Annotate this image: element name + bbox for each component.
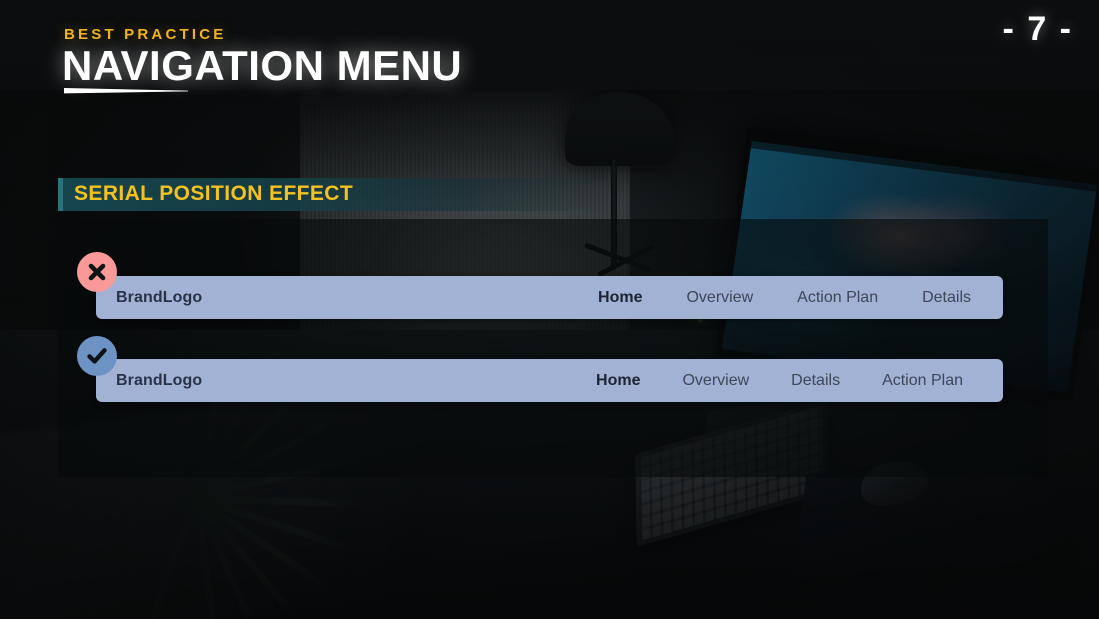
navigation-bar[interactable]: BrandLogo Home Overview Action Plan Deta… <box>96 276 1003 319</box>
nav-link-overview[interactable]: Overview <box>682 372 749 390</box>
nav-link-home[interactable]: Home <box>598 289 642 307</box>
page-number: - 7 - <box>1002 10 1073 48</box>
brand-logo[interactable]: BrandLogo <box>116 372 202 390</box>
check-circle-icon <box>77 336 117 376</box>
title-underline <box>64 88 188 94</box>
page-title: NAVIGATION MENU <box>62 42 463 89</box>
nav-link-action-plan[interactable]: Action Plan <box>882 372 963 390</box>
nav-link-details[interactable]: Details <box>791 372 840 390</box>
nav-link-overview[interactable]: Overview <box>686 289 753 307</box>
nav-links: Home Overview Action Plan Details <box>598 289 1003 307</box>
section-title: SERIAL POSITION EFFECT <box>74 182 354 205</box>
navigation-bar[interactable]: BrandLogo Home Overview Details Action P… <box>96 359 1003 402</box>
nav-link-home[interactable]: Home <box>596 372 640 390</box>
content-panel <box>58 219 1048 477</box>
section-bar-accent <box>58 178 63 211</box>
eyebrow-label: BEST PRACTICE <box>64 26 227 43</box>
x-circle-icon <box>77 252 117 292</box>
nav-links: Home Overview Details Action Plan <box>596 372 1003 390</box>
nav-link-details[interactable]: Details <box>922 289 971 307</box>
nav-example-incorrect: BrandLogo Home Overview Action Plan Deta… <box>96 276 1003 319</box>
slide: BEST PRACTICE NAVIGATION MENU - 7 - SERI… <box>0 0 1099 619</box>
nav-example-correct: BrandLogo Home Overview Details Action P… <box>96 359 1003 402</box>
brand-logo[interactable]: BrandLogo <box>116 289 202 307</box>
nav-link-action-plan[interactable]: Action Plan <box>797 289 878 307</box>
